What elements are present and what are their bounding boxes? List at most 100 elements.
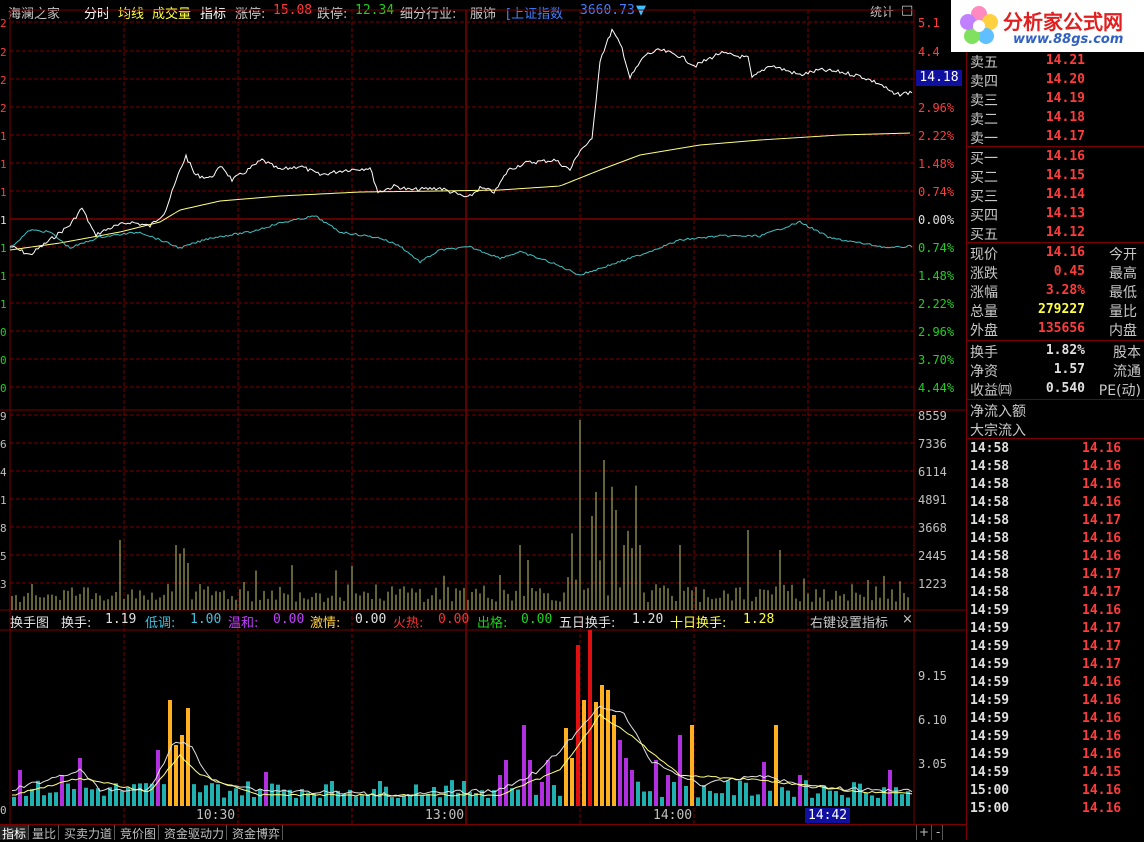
bid-row[interactable]: 买五 14.12 xyxy=(970,224,1144,243)
turnover-bar xyxy=(804,780,808,806)
turnover-bar xyxy=(72,789,76,806)
ask-label: 卖五 xyxy=(970,55,998,71)
turnover-bar xyxy=(24,795,28,806)
tick-time: 14:58 xyxy=(970,441,1010,456)
average-price-line xyxy=(9,132,911,251)
quote-label-2: 内盘 xyxy=(1109,323,1137,339)
turnover-bar xyxy=(192,784,196,806)
ask-price: 14.18 xyxy=(1045,110,1085,125)
cursor-time-tag: 14:42 xyxy=(805,808,851,823)
bid-row[interactable]: 买二 14.15 xyxy=(970,167,1144,186)
turnover-bar xyxy=(78,758,82,806)
flow-row: 大宗流入 xyxy=(970,420,1144,439)
turnover-bar xyxy=(612,715,616,806)
ask-price: 14.17 xyxy=(1045,129,1085,144)
turnover-bar xyxy=(318,797,322,806)
tab-fund-drive[interactable]: 资金驱动力 xyxy=(162,825,228,841)
indicator-axis-label: 3.05 xyxy=(918,757,947,771)
tab-fund-game[interactable]: 资金博弈 xyxy=(230,825,284,841)
tick-price: 14.16 xyxy=(1082,531,1122,546)
bid-row[interactable]: 买一 14.16 xyxy=(970,148,1144,167)
divider xyxy=(967,146,1144,147)
tab-auction[interactable]: 竞价图 xyxy=(118,825,160,841)
turnover-bar xyxy=(810,797,814,806)
tick-time: 14:59 xyxy=(970,747,1010,762)
tick-price: 14.16 xyxy=(1082,729,1122,744)
tick-time: 14:59 xyxy=(970,711,1010,726)
intraday-chart[interactable]: 5.1 4.4 2.96% 2.22% 1.48% 0.74% 0.00% 0.74% 1.48… xyxy=(0,0,966,824)
turnover-bar xyxy=(162,784,166,806)
tick-row: 14:58 14.17 xyxy=(970,567,1140,585)
tick-row: 14:59 14.15 xyxy=(970,765,1140,783)
ask-row[interactable]: 卖五 14.21 xyxy=(970,52,1144,71)
left-edge-digit: 1 xyxy=(0,130,7,143)
indicator-name[interactable]: 换手图 xyxy=(10,612,49,631)
ask-price: 14.19 xyxy=(1045,91,1085,106)
bid-row[interactable]: 买三 14.14 xyxy=(970,186,1144,205)
left-edge-digit: 1 xyxy=(0,158,7,171)
ask-row[interactable]: 卖二 14.18 xyxy=(970,109,1144,128)
ask-row[interactable]: 卖四 14.20 xyxy=(970,71,1144,90)
tick-price: 14.16 xyxy=(1082,693,1122,708)
left-edge-digit: 1 xyxy=(0,214,7,227)
ask-row[interactable]: 卖一 14.17 xyxy=(970,128,1144,147)
zoom-in-button[interactable]: + xyxy=(916,825,933,840)
tick-row: 14:58 14.16 xyxy=(970,531,1140,549)
tick-price: 14.17 xyxy=(1082,657,1122,672)
tick-row: 14:59 14.16 xyxy=(970,603,1140,621)
stats-label: 换手 xyxy=(970,345,998,361)
tick-row: 14:58 14.17 xyxy=(970,513,1140,531)
tab-buy-sell-force[interactable]: 买卖力道 xyxy=(62,825,116,841)
price-panel xyxy=(9,28,913,276)
volume-axis-label: 4891 xyxy=(918,493,947,507)
quote-panel: 分析家公式网 www.88gs.com 卖五 14.21 卖四 14.20 卖三 14.1… xyxy=(951,0,1144,840)
indicator-settings-link[interactable]: 右键设置指标 xyxy=(810,612,888,631)
indicator-close-icon[interactable]: × xyxy=(902,612,913,627)
tick-price: 14.17 xyxy=(1082,621,1122,636)
turnover-bar xyxy=(330,780,334,806)
tick-time: 14:59 xyxy=(970,675,1010,690)
turnover-bar xyxy=(882,787,886,806)
bid-price: 14.16 xyxy=(1045,149,1085,164)
zoom-out-button[interactable]: - xyxy=(934,825,944,840)
tick-time: 14:59 xyxy=(970,639,1010,654)
turnover-bar xyxy=(636,781,640,806)
volume-axis-label: 6114 xyxy=(918,465,947,479)
bid-row[interactable]: 买四 14.13 xyxy=(970,205,1144,224)
ask-row[interactable]: 卖三 14.19 xyxy=(970,90,1144,109)
turnover-bar xyxy=(852,782,856,806)
chart-grid xyxy=(0,9,966,824)
tab-volume-ratio[interactable]: 量比 xyxy=(30,825,60,841)
tab-indicator-bottom[interactable]: 指标 xyxy=(0,825,30,841)
tick-time: 14:59 xyxy=(970,603,1010,618)
turnover-bar xyxy=(528,760,532,806)
tick-time: 14:58 xyxy=(970,513,1010,528)
turnover-bar xyxy=(432,787,436,806)
turnover-bar xyxy=(888,770,892,806)
turnover-bar xyxy=(276,784,280,806)
tick-row: 14:58 14.16 xyxy=(970,459,1140,477)
quote-label: 总量 xyxy=(970,304,998,320)
turnover-bar xyxy=(618,740,622,806)
tick-time: 14:59 xyxy=(970,657,1010,672)
turnover-bar xyxy=(846,797,850,806)
turnover-bar xyxy=(702,785,706,806)
turnover-bar xyxy=(294,797,298,806)
left-edge-digit: 0 xyxy=(0,804,7,817)
turnover-bar xyxy=(666,775,670,806)
quote-row: 涨跌 0.45 最高 xyxy=(970,263,1144,282)
price-axis-label: 0.00% xyxy=(918,213,955,227)
ask-label: 卖三 xyxy=(970,93,998,109)
price-axis-label: 2.22% xyxy=(918,129,955,143)
turnover-bar xyxy=(246,781,250,806)
turnover-bar xyxy=(900,794,904,806)
divider xyxy=(967,242,1144,243)
stats-value: 0.540 xyxy=(1045,381,1085,396)
turnover-bar xyxy=(570,758,574,806)
turnover-bar xyxy=(282,789,286,806)
quote-value: 279227 xyxy=(1038,302,1085,317)
turnover-bar xyxy=(690,725,694,806)
turnover-bar xyxy=(732,795,736,806)
break-value: 0.00 xyxy=(521,612,553,627)
ask-price: 14.20 xyxy=(1045,72,1085,87)
